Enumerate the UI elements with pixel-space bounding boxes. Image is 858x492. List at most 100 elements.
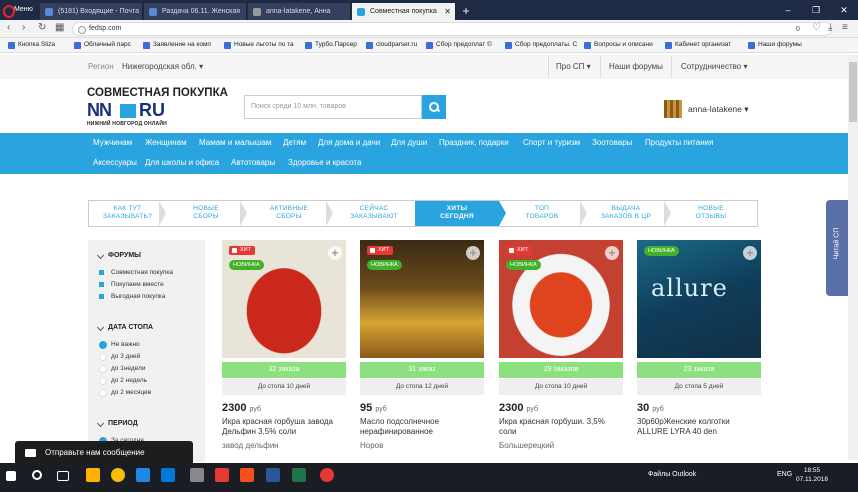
forums-filter-title[interactable]: ФОРУМЫ bbox=[97, 252, 141, 259]
product-photo[interactable] bbox=[360, 240, 484, 358]
browser-tab-distribution[interactable]: Раздача 06.11. Женская bbox=[144, 3, 247, 20]
app-icon[interactable] bbox=[240, 468, 254, 482]
forum-filter-item[interactable]: Выгодная покупка bbox=[99, 293, 165, 300]
product-photo[interactable]: allure bbox=[637, 240, 761, 358]
bookmark-heart-icon[interactable]: ♡ bbox=[812, 22, 821, 34]
search-icon[interactable] bbox=[32, 470, 42, 480]
stop-radio[interactable]: до 1недели bbox=[99, 365, 146, 373]
word-icon[interactable] bbox=[266, 468, 280, 482]
url-field[interactable]: fedsp.com bbox=[72, 22, 832, 36]
product-title[interactable]: Икра красная горбуша завода Дельфин 3,5%… bbox=[222, 417, 346, 437]
step-top[interactable]: ТОП ТОВАРОВ bbox=[506, 201, 578, 226]
browser-menu-icon[interactable]: ≡ bbox=[842, 22, 848, 34]
scrollbar-thumb[interactable] bbox=[849, 62, 857, 122]
stop-date-filter-title[interactable]: ДАТА СТОПА bbox=[97, 324, 153, 331]
add-icon[interactable]: + bbox=[743, 246, 757, 260]
site-title[interactable]: СОВМЕСТНАЯ ПОКУПКА bbox=[87, 87, 228, 99]
browser-tab-active[interactable]: Совместная покупка ✕ bbox=[352, 3, 456, 20]
step-ordering-now[interactable]: СЕЙЧАС ЗАКАЗЫВАЮТ bbox=[333, 201, 415, 226]
bookmark-item[interactable]: Кнопка Sliza bbox=[8, 41, 55, 49]
adblock-counter[interactable]: 0 bbox=[796, 24, 800, 36]
product-title[interactable]: Масло подсолнечное нерафинированное bbox=[360, 417, 484, 437]
product-card[interactable]: ХИТ НОВИНКА + 32 заказа До стопа 10 дней bbox=[222, 240, 346, 400]
product-card[interactable]: allure НОВИНКА + 23 заказа До стопа 5 дн… bbox=[637, 240, 761, 400]
category-link[interactable]: Женщинам bbox=[145, 138, 187, 147]
bookmark-item[interactable]: Вопросы и описани bbox=[584, 41, 653, 49]
clock[interactable]: 18:55 07.11.2018 bbox=[795, 466, 829, 484]
step-new[interactable]: НОВЫЕ СБОРЫ bbox=[166, 201, 246, 226]
download-icon[interactable]: ⤓ bbox=[828, 22, 832, 34]
category-link[interactable]: Для души bbox=[391, 138, 427, 147]
search-button[interactable] bbox=[422, 95, 446, 119]
stop-radio[interactable]: до 2 месяцев bbox=[99, 389, 151, 397]
category-link[interactable]: Автотовары bbox=[231, 158, 275, 167]
forum-filter-item[interactable]: Покупаем вместе bbox=[99, 281, 164, 288]
bookmark-item[interactable]: Новые льготы по та bbox=[224, 41, 294, 49]
add-icon[interactable]: + bbox=[328, 246, 342, 260]
product-photo[interactable] bbox=[499, 240, 623, 358]
language-indicator[interactable]: ENG bbox=[777, 471, 792, 478]
browser-tab-mail[interactable]: (5181) Входящие - Почта bbox=[40, 3, 143, 20]
bookmark-item[interactable]: Кабинет организат bbox=[665, 41, 731, 49]
category-link[interactable]: Спорт и туризм bbox=[523, 138, 580, 147]
reload-icon[interactable]: ↻ bbox=[38, 22, 46, 34]
avatar[interactable] bbox=[664, 100, 682, 118]
bookmark-item[interactable]: Сбор предоплат © bbox=[426, 41, 492, 49]
category-link[interactable]: Детям bbox=[283, 138, 306, 147]
forums-link[interactable]: Наши форумы bbox=[609, 62, 663, 71]
category-link[interactable]: Мамам и малышам bbox=[199, 138, 271, 147]
close-tab-icon[interactable]: ✕ bbox=[444, 3, 451, 20]
forum-filter-item[interactable]: Совместная покупка bbox=[99, 269, 173, 276]
category-link[interactable]: Праздник, подарки bbox=[439, 138, 509, 147]
product-photo[interactable] bbox=[222, 240, 346, 358]
bookmark-item[interactable]: Облачный парс bbox=[74, 41, 131, 49]
logo-ru[interactable]: RU bbox=[139, 100, 165, 121]
product-seller[interactable]: Норов bbox=[360, 441, 383, 450]
windows-start-icon[interactable] bbox=[6, 471, 16, 481]
add-icon[interactable]: + bbox=[605, 246, 619, 260]
opera-taskbar-icon[interactable] bbox=[320, 468, 334, 482]
stop-radio[interactable]: Не важно bbox=[99, 341, 140, 349]
category-link[interactable]: Продукты питания bbox=[645, 138, 713, 147]
stop-radio[interactable]: до 2 недель bbox=[99, 377, 147, 385]
product-card[interactable]: ХИТ НОВИНКА + 31 заказ До стопа 12 дней bbox=[360, 240, 484, 400]
region-select[interactable]: Нижегородская обл. ▾ bbox=[122, 62, 203, 71]
user-menu[interactable]: anna-latakene ▾ bbox=[688, 104, 749, 115]
about-menu[interactable]: Про СП ▾ bbox=[556, 62, 591, 71]
bookmark-item[interactable]: Турбо.Парсер bbox=[305, 41, 357, 49]
speed-dial-icon[interactable]: ▦ bbox=[55, 22, 64, 34]
period-filter-title[interactable]: ПЕРИОД bbox=[97, 420, 138, 427]
category-link[interactable]: Для школы и офиса bbox=[145, 158, 219, 167]
back-icon[interactable]: ‹ bbox=[7, 22, 10, 34]
category-link[interactable]: Мужчинам bbox=[93, 138, 132, 147]
chrome-icon[interactable] bbox=[111, 468, 125, 482]
chat-button[interactable]: Отправьте нам сообщение bbox=[15, 441, 193, 465]
cooperation-menu[interactable]: Сотрудничество ▾ bbox=[681, 62, 748, 71]
product-seller[interactable]: завод дельфин bbox=[222, 441, 279, 450]
bookmark-item[interactable]: cloudparser.ru bbox=[366, 41, 417, 49]
new-tab-button[interactable]: + bbox=[458, 3, 474, 19]
step-pickup[interactable]: ВЫДАЧА ЗАКАЗОВ В ЦР bbox=[586, 201, 666, 226]
edge-icon[interactable] bbox=[136, 468, 150, 482]
app-icon[interactable] bbox=[190, 468, 204, 482]
product-title[interactable]: 30р60рЖенские колготки ALLURE LYRA 40 de… bbox=[637, 417, 761, 437]
bookmark-item[interactable]: Заявление на комп bbox=[143, 41, 211, 49]
forward-icon[interactable]: › bbox=[22, 22, 25, 34]
read-sp-side-tab[interactable]: Читай СП bbox=[826, 200, 848, 296]
step-how-to-order[interactable]: КАК ТУТ ЗАКАЗЫВАТЬ? bbox=[89, 201, 166, 226]
file-explorer-icon[interactable] bbox=[86, 468, 100, 482]
add-icon[interactable]: + bbox=[466, 246, 480, 260]
minimize-icon[interactable]: – bbox=[774, 0, 802, 20]
stop-radio[interactable]: до 3 дней bbox=[99, 353, 140, 361]
bookmark-item[interactable]: Наши форумы bbox=[748, 41, 802, 49]
search-input[interactable]: Поиск среди 10 млн. товаров bbox=[244, 95, 422, 119]
excel-icon[interactable] bbox=[292, 468, 306, 482]
category-link[interactable]: Здоровье и красота bbox=[288, 158, 361, 167]
category-link[interactable]: Для дома и дачи bbox=[318, 138, 380, 147]
opera-menu-button[interactable]: Меню bbox=[0, 0, 40, 20]
category-link[interactable]: Аксессуары bbox=[93, 158, 137, 167]
step-hits-today[interactable]: ХИТЫ СЕГОДНЯ bbox=[415, 201, 499, 226]
product-title[interactable]: Икра красная горбуши. 3,5% соли bbox=[499, 417, 623, 437]
step-active[interactable]: АКТИВНЫЕ СБОРЫ bbox=[247, 201, 331, 226]
task-view-icon[interactable] bbox=[57, 471, 69, 481]
